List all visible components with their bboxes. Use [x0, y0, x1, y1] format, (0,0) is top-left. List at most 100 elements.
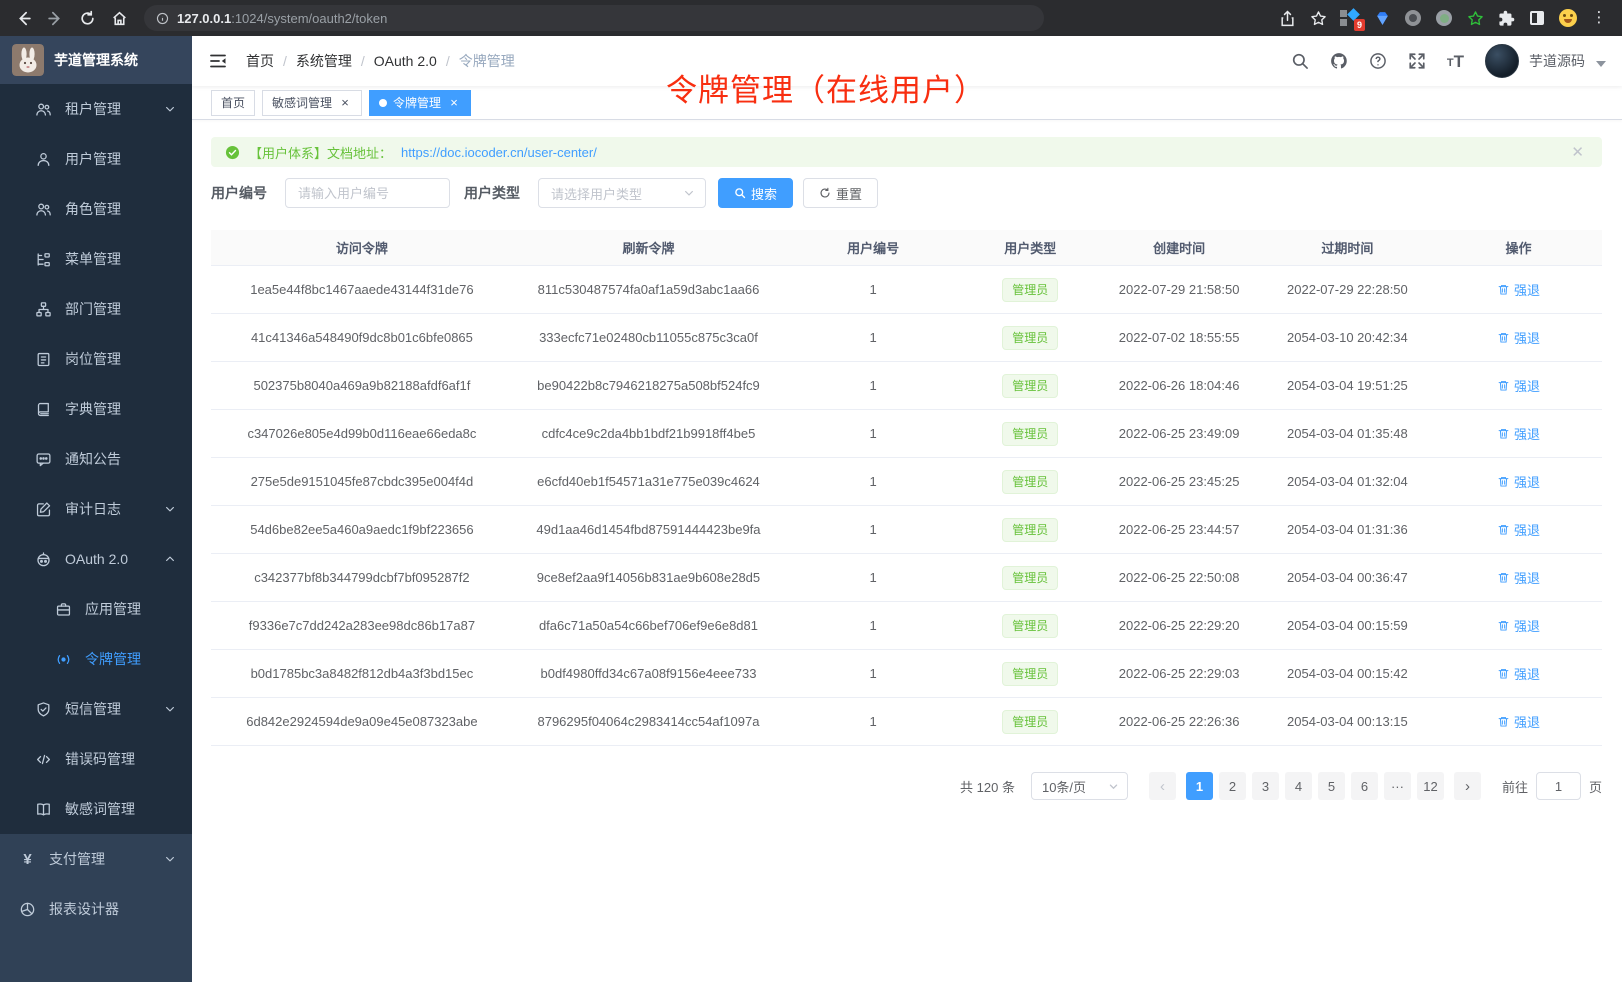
- ext-gem-icon[interactable]: [1373, 9, 1391, 27]
- url-bar[interactable]: 127.0.0.1:1024/system/oauth2/token: [144, 5, 1044, 31]
- force-logout-button[interactable]: 强退: [1497, 712, 1540, 731]
- browser-menu-icon[interactable]: ⋮: [1590, 9, 1608, 27]
- search-button[interactable]: 搜索: [718, 178, 793, 208]
- tab-item[interactable]: 敏感词管理×: [262, 90, 362, 116]
- force-logout-button[interactable]: 强退: [1497, 568, 1540, 587]
- page-buttons: 123456···12: [1183, 772, 1447, 800]
- sidebar-item[interactable]: ¥支付管理: [0, 834, 192, 884]
- fullscreen-icon[interactable]: [1408, 52, 1426, 70]
- breadcrumb-item[interactable]: 系统管理: [296, 51, 352, 71]
- sidebar-item[interactable]: 字典管理: [0, 384, 192, 434]
- tab-active[interactable]: 令牌管理×: [369, 90, 471, 116]
- expire-time-cell: 2054-03-04 01:35:48: [1260, 426, 1435, 441]
- page-button[interactable]: 12: [1417, 772, 1444, 800]
- trash-icon: [1497, 379, 1510, 392]
- home-icon[interactable]: [106, 5, 132, 31]
- sidebar-item[interactable]: 租户管理: [0, 84, 192, 134]
- force-logout-button[interactable]: 强退: [1497, 424, 1540, 443]
- reload-icon[interactable]: [74, 5, 100, 31]
- search-icon[interactable]: [1291, 52, 1309, 70]
- star-icon[interactable]: [1309, 9, 1327, 27]
- sidebar-item[interactable]: 短信管理: [0, 684, 192, 734]
- pagination: 共 120 条 10条/页 ‹ 123456···12 › 前往 页: [211, 772, 1602, 800]
- user-id-input[interactable]: [285, 178, 450, 208]
- table-row: 41c41346a548490f9dc8b01c6bfe0865333ecfc7…: [211, 314, 1602, 362]
- user-type-select[interactable]: 请选择用户类型: [538, 178, 706, 208]
- user-avatar[interactable]: [1485, 44, 1519, 78]
- ext-puzzle-icon[interactable]: [1497, 9, 1515, 27]
- force-logout-button[interactable]: 强退: [1497, 376, 1540, 395]
- force-logout-button[interactable]: 强退: [1497, 328, 1540, 347]
- sidebar-item[interactable]: 岗位管理: [0, 334, 192, 384]
- profile-emoji-icon[interactable]: [1559, 9, 1577, 27]
- page-ellipsis[interactable]: ···: [1384, 772, 1411, 800]
- navbar-actions: TT 芋道源码: [1291, 44, 1622, 78]
- forward-icon[interactable]: [42, 5, 68, 31]
- sidebar-item[interactable]: 用户管理: [0, 134, 192, 184]
- sidebar-item[interactable]: 部门管理: [0, 284, 192, 334]
- help-icon[interactable]: [1369, 52, 1387, 70]
- ext-grid-diamond-icon[interactable]: 9: [1340, 9, 1360, 27]
- page-button[interactable]: 6: [1351, 772, 1378, 800]
- close-icon[interactable]: ✕: [1571, 143, 1588, 161]
- reset-button[interactable]: 重置: [803, 178, 878, 208]
- breadcrumb-item[interactable]: OAuth 2.0: [374, 53, 437, 69]
- ext-circle-green-icon[interactable]: [1435, 9, 1453, 27]
- action-cell: 强退: [1435, 568, 1602, 587]
- table-row: 54d6be82ee5a460a9aedc1f9bf22365649d1aa46…: [211, 506, 1602, 554]
- sidebar-item[interactable]: 错误码管理: [0, 734, 192, 784]
- page-button[interactable]: 3: [1252, 772, 1279, 800]
- force-logout-button[interactable]: 强退: [1497, 472, 1540, 491]
- action-cell: 强退: [1435, 712, 1602, 731]
- page-size-select[interactable]: 10条/页: [1031, 772, 1128, 800]
- close-icon[interactable]: ×: [447, 96, 461, 109]
- github-icon[interactable]: [1330, 52, 1348, 70]
- audit-log-icon: [35, 501, 52, 518]
- sidebar-item[interactable]: 通知公告: [0, 434, 192, 484]
- force-logout-label: 强退: [1514, 712, 1540, 731]
- create-time-cell: 2022-06-25 22:29:20: [1098, 618, 1259, 633]
- force-logout-button[interactable]: 强退: [1497, 664, 1540, 683]
- sidebar-item[interactable]: 菜单管理: [0, 234, 192, 284]
- column-header: 过期时间: [1260, 238, 1435, 257]
- chevron-down-icon[interactable]: [1596, 61, 1606, 67]
- sidebar-item[interactable]: 报表设计器: [0, 884, 192, 934]
- goto-page-input[interactable]: [1536, 772, 1581, 800]
- page-button[interactable]: 5: [1318, 772, 1345, 800]
- ext-circle-gray-icon[interactable]: [1404, 9, 1422, 27]
- screen: 127.0.0.1:1024/system/oauth2/token 9 ⋮: [0, 0, 1622, 982]
- prev-page-button[interactable]: ‹: [1149, 772, 1176, 800]
- user-type-label: 用户类型: [464, 183, 520, 203]
- expire-time-cell: 2054-03-04 19:51:25: [1260, 378, 1435, 393]
- page-button[interactable]: 1: [1186, 772, 1213, 800]
- share-icon[interactable]: [1278, 9, 1296, 27]
- ext-split-square-icon[interactable]: [1528, 9, 1546, 27]
- font-size-icon[interactable]: TT: [1447, 53, 1464, 70]
- ext-star-green-icon[interactable]: [1466, 9, 1484, 27]
- close-icon[interactable]: ×: [338, 96, 352, 109]
- page-button[interactable]: 4: [1285, 772, 1312, 800]
- sidebar-item[interactable]: OAuth 2.0: [0, 534, 192, 584]
- column-header: 刷新令牌: [513, 238, 784, 257]
- breadcrumb-item[interactable]: 首页: [246, 51, 274, 71]
- sidebar-toggle-icon[interactable]: [192, 51, 244, 71]
- force-logout-button[interactable]: 强退: [1497, 280, 1540, 299]
- sidebar-item[interactable]: 敏感词管理: [0, 784, 192, 834]
- user-type-badge: 管理员: [1002, 710, 1058, 734]
- force-logout-button[interactable]: 强退: [1497, 520, 1540, 539]
- site-info-icon[interactable]: [156, 12, 169, 25]
- sidebar-item[interactable]: 审计日志: [0, 484, 192, 534]
- app-logo[interactable]: 芋道管理系统: [0, 36, 192, 84]
- page-button[interactable]: 2: [1219, 772, 1246, 800]
- chevron-down-icon: [164, 103, 176, 115]
- sidebar-menu: 租户管理用户管理角色管理菜单管理部门管理岗位管理字典管理通知公告审计日志OAut…: [0, 84, 192, 934]
- alert-doc-link[interactable]: https://doc.iocoder.cn/user-center/: [401, 145, 597, 160]
- next-page-button[interactable]: ›: [1454, 772, 1481, 800]
- force-logout-button[interactable]: 强退: [1497, 616, 1540, 635]
- back-icon[interactable]: [10, 5, 36, 31]
- sidebar-item[interactable]: 令牌管理: [0, 634, 192, 684]
- tab-item[interactable]: 首页: [211, 90, 255, 116]
- sidebar-item[interactable]: 角色管理: [0, 184, 192, 234]
- create-time-cell: 2022-07-02 18:55:55: [1098, 330, 1259, 345]
- sidebar-item[interactable]: 应用管理: [0, 584, 192, 634]
